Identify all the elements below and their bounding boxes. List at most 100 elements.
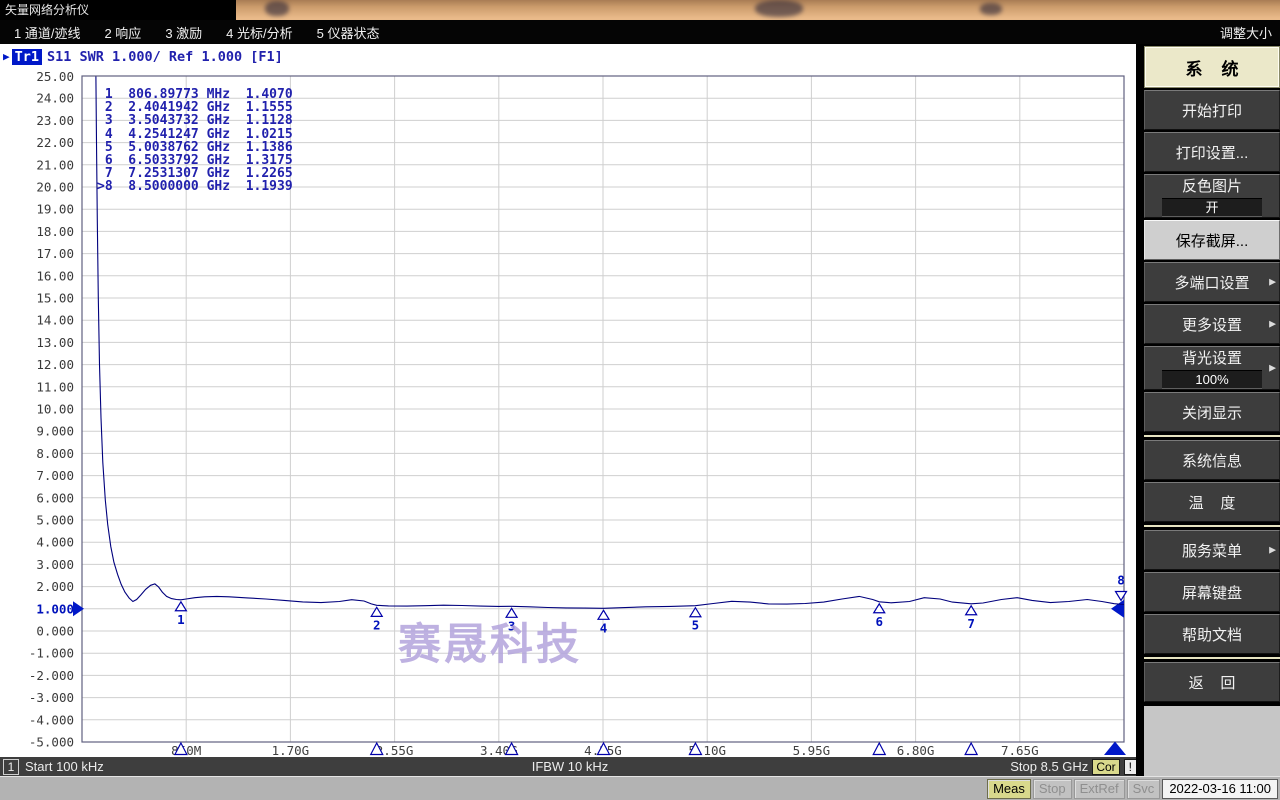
sidebar-button-label: 打印设置... bbox=[1176, 142, 1249, 163]
y-axis-label: -3.000 bbox=[29, 690, 74, 705]
ref-level-arrow-right-icon bbox=[1111, 600, 1124, 618]
x-axis-label: 1.70G bbox=[272, 743, 310, 757]
marker-number: 1 bbox=[177, 612, 185, 627]
marker-triangle-icon bbox=[966, 606, 977, 615]
submenu-arrow-icon: ▶ bbox=[1269, 277, 1276, 288]
marker-triangle-icon bbox=[175, 602, 186, 611]
sidebar-divider bbox=[1144, 525, 1280, 527]
x-axis-label: 7.65G bbox=[1001, 743, 1039, 757]
y-axis-label: 11.00 bbox=[36, 379, 74, 394]
watermark: 赛晟科技 bbox=[398, 610, 582, 672]
y-axis-label: 24.00 bbox=[36, 91, 74, 106]
trace-name-badge: Tr1 bbox=[12, 49, 42, 65]
os-taskbar: MeasStopExtRefSvc 2022-03-16 11:00 bbox=[0, 776, 1280, 800]
sidebar-button-save-screenshot[interactable]: 保存截屏... bbox=[1144, 220, 1280, 260]
desktop-smudge bbox=[980, 3, 1002, 15]
y-axis-label: 4.000 bbox=[36, 535, 74, 550]
sidebar-button-temperature[interactable]: 温 度 bbox=[1144, 482, 1280, 522]
sidebar-button-label: 开始打印 bbox=[1182, 100, 1242, 121]
marker-axis-triangle-icon bbox=[873, 743, 885, 755]
menu-item[interactable]: 2 响应 bbox=[104, 23, 141, 42]
sidebar-button-system-info[interactable]: 系统信息 bbox=[1144, 440, 1280, 480]
y-axis-label: 3.000 bbox=[36, 557, 74, 572]
submenu-arrow-icon: ▶ bbox=[1269, 319, 1276, 330]
sidebar-button-label: 温 度 bbox=[1189, 492, 1236, 513]
menu-item[interactable]: 5 仪器状态 bbox=[317, 23, 380, 42]
y-axis-label: 7.000 bbox=[36, 468, 74, 483]
status-indicator-extref: ExtRef bbox=[1074, 779, 1125, 799]
sidebar-button-invert-image[interactable]: 反色图片开 bbox=[1144, 174, 1280, 218]
plot-area: 25.0024.0023.0022.0021.0020.0019.0018.00… bbox=[0, 44, 1140, 757]
sidebar-button-value: 100% bbox=[1162, 370, 1262, 389]
y-axis-label: -5.000 bbox=[29, 735, 74, 750]
marker-number: 2 bbox=[373, 617, 381, 632]
marker-number: 5 bbox=[692, 618, 700, 633]
marker-readout-row: 3 3.5043732 GHz 1.1128 bbox=[97, 114, 293, 127]
sidebar-button-label: 更多设置 bbox=[1182, 314, 1242, 335]
window-title-bar: 矢量网络分析仪 bbox=[0, 0, 236, 20]
sidebar-button-more-settings[interactable]: 更多设置 ▶ bbox=[1144, 304, 1280, 344]
resize-button[interactable]: 调整大小 bbox=[1220, 23, 1280, 42]
y-axis-label: 9.000 bbox=[36, 424, 74, 439]
sidebar-button-multiport-settings[interactable]: 多端口设置▶ bbox=[1144, 262, 1280, 302]
sidebar-button-screen-keyboard[interactable]: 屏幕键盘 bbox=[1144, 572, 1280, 612]
submenu-arrow-icon: ▶ bbox=[1269, 545, 1276, 556]
sidebar-button-backlight-settings[interactable]: 背光设置 100% ▶ bbox=[1144, 346, 1280, 390]
menu-item[interactable]: 3 激励 bbox=[165, 23, 202, 42]
desktop-smudge bbox=[755, 0, 803, 17]
y-axis-label: 14.00 bbox=[36, 313, 74, 328]
active-marker-triangle-icon bbox=[1116, 591, 1127, 600]
taskbar-status-cluster: MeasStopExtRefSvc 2022-03-16 11:00 bbox=[987, 779, 1278, 799]
y-axis-label: -4.000 bbox=[29, 712, 74, 727]
sidebar-button-help-docs[interactable]: 帮助文档 bbox=[1144, 614, 1280, 654]
window-title: 矢量网络分析仪 bbox=[5, 3, 89, 17]
marker-readout-table: 1 806.89773 MHz 1.4070 2 2.4041942 GHz 1… bbox=[97, 88, 293, 194]
sidebar-button-service-menu[interactable]: 服务菜单 ▶ bbox=[1144, 530, 1280, 570]
y-axis-label: 22.00 bbox=[36, 135, 74, 150]
instrument-status-bar: 1 Start 100 kHz IFBW 10 kHz Stop 8.5 GHz… bbox=[0, 757, 1140, 776]
taskbar-indicators: MeasStopExtRefSvc bbox=[987, 779, 1160, 799]
y-axis-label: 5.000 bbox=[36, 513, 74, 528]
y-axis-label: -2.000 bbox=[29, 668, 74, 683]
ifbw-label: IFBW 10 kHz bbox=[0, 759, 1140, 774]
y-axis-label: 23.00 bbox=[36, 113, 74, 128]
sidebar-header: 系 统 bbox=[1144, 46, 1280, 88]
menu-item[interactable]: 1 通道/迹线 bbox=[14, 23, 80, 42]
sidebar-button-label: 帮助文档 bbox=[1182, 624, 1242, 645]
active-marker-number: 8 bbox=[1117, 572, 1125, 587]
y-axis-label: -1.000 bbox=[29, 646, 74, 661]
marker-axis-triangle-icon bbox=[965, 743, 977, 755]
sidebar-button-back[interactable]: 返 回 bbox=[1144, 662, 1280, 702]
trace-pointer-icon: ▶ bbox=[3, 50, 10, 63]
sidebar-button-label: 屏幕键盘 bbox=[1182, 582, 1242, 603]
y-axis-label: 13.00 bbox=[36, 335, 74, 350]
sidebar-button-display-off[interactable]: 关闭显示 bbox=[1144, 392, 1280, 432]
status-indicator-stop: Stop bbox=[1033, 779, 1072, 799]
y-axis-label: 19.00 bbox=[36, 202, 74, 217]
submenu-arrow-icon: ▶ bbox=[1269, 363, 1276, 374]
system-menu-sidebar: 系 统 开始打印打印设置...反色图片开保存截屏...多端口设置▶更多设置▶背光… bbox=[1136, 44, 1280, 776]
x-axis-label: 6.80G bbox=[897, 743, 935, 757]
x-axis-label: 5.95G bbox=[793, 743, 831, 757]
desktop-smudge bbox=[265, 1, 289, 16]
sidebar-button-start-print[interactable]: 开始打印 bbox=[1144, 90, 1280, 130]
sidebar-button-label: 服务菜单 bbox=[1182, 540, 1242, 561]
y-axis-label: 20.00 bbox=[36, 180, 74, 195]
sidebar-button-label: 返 回 bbox=[1189, 672, 1236, 693]
active-marker-axis-triangle-icon bbox=[1104, 742, 1126, 756]
sidebar-button-label: 保存截屏... bbox=[1176, 230, 1249, 251]
marker-number: 6 bbox=[875, 614, 883, 629]
y-axis-label: 21.00 bbox=[36, 157, 74, 172]
status-indicator-meas: Meas bbox=[987, 779, 1031, 799]
y-axis-label: 17.00 bbox=[36, 246, 74, 261]
sidebar-button-value: 开 bbox=[1162, 198, 1262, 217]
sidebar-divider bbox=[1144, 435, 1280, 437]
y-axis-label: 18.00 bbox=[36, 224, 74, 239]
menu-item[interactable]: 4 光标/分析 bbox=[226, 23, 292, 42]
sidebar-button-label: 系统信息 bbox=[1182, 450, 1242, 471]
sidebar-filler bbox=[1144, 706, 1280, 776]
sidebar-button-label: 背光设置 bbox=[1182, 347, 1242, 368]
sidebar-button-print-settings[interactable]: 打印设置... bbox=[1144, 132, 1280, 172]
sidebar-button-label: 关闭显示 bbox=[1182, 402, 1242, 423]
trace-header[interactable]: ▶Tr1S11 SWR 1.000/ Ref 1.000 [F1] bbox=[3, 49, 283, 65]
